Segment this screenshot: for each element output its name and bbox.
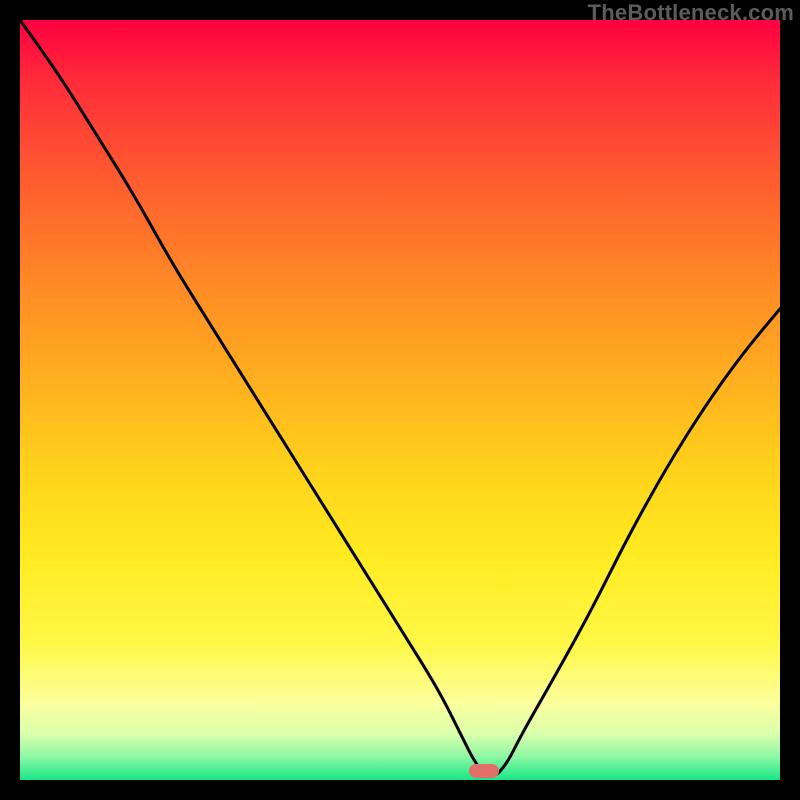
optimum-marker bbox=[469, 764, 499, 778]
curve-path bbox=[20, 20, 780, 776]
bottleneck-curve bbox=[20, 20, 780, 780]
chart-frame: TheBottleneck.com bbox=[0, 0, 800, 800]
plot-area bbox=[20, 20, 780, 780]
watermark-text: TheBottleneck.com bbox=[588, 0, 794, 26]
